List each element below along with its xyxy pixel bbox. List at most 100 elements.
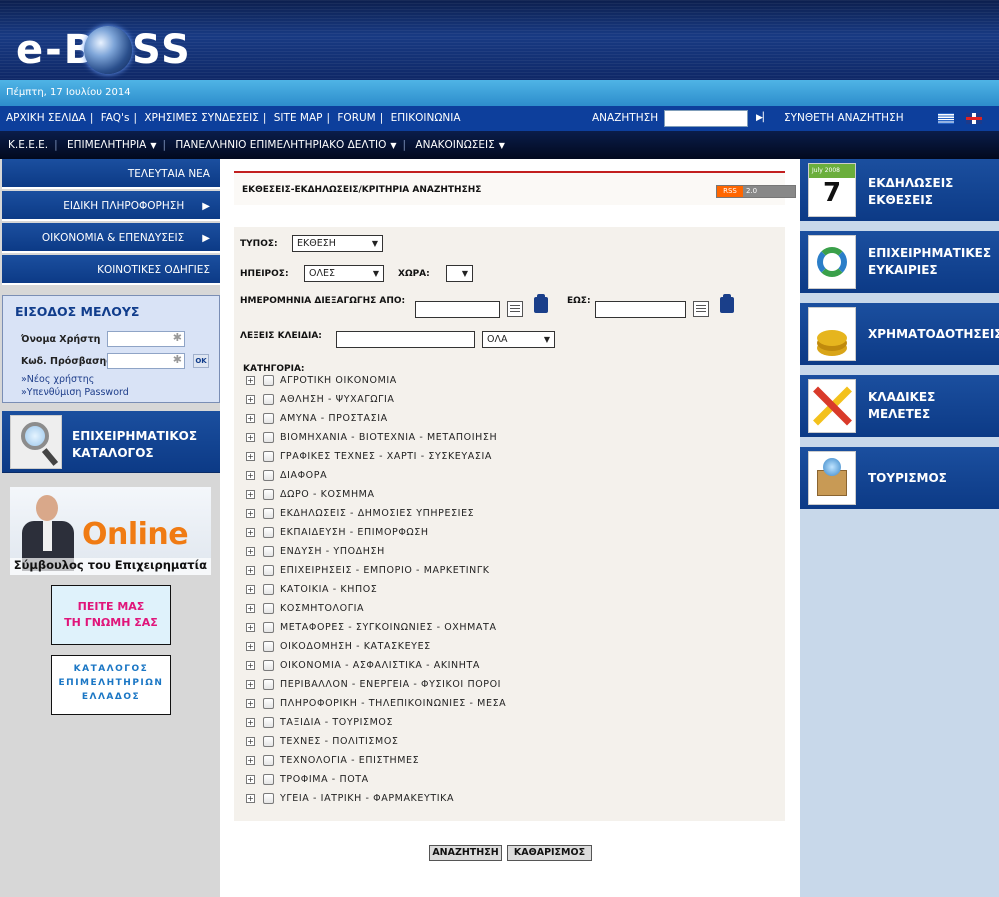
online-consultant-banner[interactable]: Online Σύμβουλος του Επιχειρηματία	[10, 487, 211, 575]
expand-plus-icon[interactable]: +	[246, 661, 255, 670]
calendar-picker-icon[interactable]	[507, 301, 523, 317]
tourism-link[interactable]: ΤΟΥΡΙΣΜΟΣ	[800, 447, 999, 509]
expand-plus-icon[interactable]: +	[246, 604, 255, 613]
expand-plus-icon[interactable]: +	[246, 623, 255, 632]
eboss-logo[interactable]: e-B SS	[16, 24, 226, 76]
expand-plus-icon[interactable]: +	[246, 528, 255, 537]
category-checkbox[interactable]	[263, 527, 274, 538]
expand-plus-icon[interactable]: +	[246, 642, 255, 651]
password-reminder-link[interactable]: »Υπενθύμιση Password	[21, 387, 129, 398]
business-opportunities-link[interactable]: ΕΠΙΧΕΙΡΗΜΑΤΙΚΕΣ ΕΥΚΑΙΡΙΕΣ	[800, 231, 999, 293]
link-forum[interactable]: FORUM	[337, 112, 375, 124]
date-from-label: ΗΜΕΡΟΜΗΝΙΑ ΔΙΕΞΑΓΩΓΗΣ ΑΠΟ:	[240, 296, 406, 306]
expand-plus-icon[interactable]: +	[246, 794, 255, 803]
expand-plus-icon[interactable]: +	[246, 699, 255, 708]
category-checkbox[interactable]	[263, 622, 274, 633]
expand-plus-icon[interactable]: +	[246, 737, 255, 746]
expand-plus-icon[interactable]: +	[246, 775, 255, 784]
login-ok-button[interactable]: OK	[193, 354, 209, 368]
category-checkbox[interactable]	[263, 641, 274, 652]
left-nav-eu-directives[interactable]: ΚΟΙΝΟΤΙΚΕΣ ΟΔΗΓΙΕΣ	[2, 255, 220, 285]
search-button[interactable]: ΑΝΑΖΗΤΗΣΗ	[429, 845, 502, 861]
expand-plus-icon[interactable]: +	[246, 718, 255, 727]
menu-bulletin[interactable]: ΠΑΝΕΛΛΗΝΙΟ ΕΠΙΜΕΛΗΤΗΡΙΑΚΟ ΔΕΛΤΙΟ ▼	[175, 139, 396, 151]
type-select[interactable]: ΕΚΘΕΣΗ ▼	[292, 235, 383, 252]
logo-text-right: SS	[132, 27, 192, 73]
expand-plus-icon[interactable]: +	[246, 376, 255, 385]
expand-plus-icon[interactable]: +	[246, 433, 255, 442]
category-checkbox[interactable]	[263, 736, 274, 747]
category-label: ΠΛΗΡΟΦΟΡΙΚΗ - ΤΗΛΕΠΙΚΟΙΝΩΝΙΕΣ - ΜΕΣΑ	[280, 698, 507, 709]
clear-date-icon[interactable]	[720, 294, 734, 313]
funding-link[interactable]: ΧΡΗΜΑΤΟΔΟΤΗΣΕΙΣ	[800, 303, 999, 365]
expand-plus-icon[interactable]: +	[246, 680, 255, 689]
greek-flag-icon[interactable]	[938, 113, 954, 124]
expand-plus-icon[interactable]: +	[246, 414, 255, 423]
advanced-search-link[interactable]: ΣΥΝΘΕΤΗ ΑΝΑΖΗΤΗΣΗ	[784, 106, 904, 131]
category-checkbox[interactable]	[263, 793, 274, 804]
country-select[interactable]: ▼	[446, 265, 473, 282]
category-checkbox[interactable]	[263, 660, 274, 671]
continent-select[interactable]: ΟΛΕΣ ▼	[304, 265, 384, 282]
clear-button[interactable]: ΚΑΘΑΡΙΣΜΟΣ	[507, 845, 592, 861]
calendar-icon: July 2008 7	[808, 163, 856, 217]
chambers-line3: ΕΛΛΑΔΟΣ	[81, 692, 141, 702]
username-input[interactable]	[107, 331, 185, 347]
category-checkbox[interactable]	[263, 774, 274, 785]
calendar-picker-icon[interactable]	[693, 301, 709, 317]
left-nav-economy[interactable]: ΟΙΚΟΝΟΜΙΑ & ΕΠΕΝΔΥΣΕΙΣ ▶	[2, 223, 220, 253]
new-user-link[interactable]: »Νέος χρήστης	[21, 374, 94, 385]
clear-date-icon[interactable]	[534, 294, 548, 313]
expand-plus-icon[interactable]: +	[246, 452, 255, 461]
link-contact[interactable]: ΕΠΙΚΟΙΝΩΝΙΑ	[391, 112, 461, 124]
category-checkbox[interactable]	[263, 394, 274, 405]
link-home[interactable]: ΑΡΧΙΚΗ ΣΕΛΙΔΑ	[6, 112, 86, 124]
category-checkbox[interactable]	[263, 413, 274, 424]
left-nav-latest-news[interactable]: ΤΕΛΕΥΤΑΙΑ ΝΕΑ	[2, 159, 220, 189]
sector-studies-link[interactable]: ΚΛΑΔΙΚΕΣ ΜΕΛΕΤΕΣ	[800, 375, 999, 437]
category-checkbox[interactable]	[263, 717, 274, 728]
rss-feed-icon[interactable]: RSS 2.0	[716, 185, 796, 198]
link-sitemap[interactable]: SITE MAP	[274, 112, 323, 124]
category-checkbox[interactable]	[263, 603, 274, 614]
category-checkbox[interactable]	[263, 698, 274, 709]
chambers-catalog-link[interactable]: ΚΑΤΑΛΟΓΟΣ ΕΠΙΜΕΛΗΤΗΡΙΩΝ ΕΛΛΑΔΟΣ	[51, 655, 171, 715]
dropdown-arrow-icon: ▼	[498, 141, 505, 150]
expand-plus-icon[interactable]: +	[246, 395, 255, 404]
category-checkbox[interactable]	[263, 375, 274, 386]
link-faq[interactable]: FAQ's	[101, 112, 130, 124]
category-checkbox[interactable]	[263, 679, 274, 690]
date-from-input[interactable]	[415, 301, 500, 318]
category-checkbox[interactable]	[263, 565, 274, 576]
expand-plus-icon[interactable]: +	[246, 566, 255, 575]
keywords-input[interactable]	[336, 331, 475, 348]
left-nav-special-info[interactable]: ΕΙΔΙΚΗ ΠΛΗΡΟΦΟΡΗΣΗ ▶	[2, 191, 220, 221]
category-checkbox[interactable]	[263, 508, 274, 519]
search-go-icon[interactable]: ▶▏	[756, 106, 770, 131]
business-catalog-link[interactable]: ΕΠΙΧΕΙΡΗΜΑΤΙΚΟΣ ΚΑΤΑΛΟΓΟΣ	[2, 411, 220, 473]
date-to-input[interactable]	[595, 301, 686, 318]
expand-plus-icon[interactable]: +	[246, 490, 255, 499]
menu-keee[interactable]: Κ.Ε.Ε.Ε.	[8, 139, 48, 151]
expand-plus-icon[interactable]: +	[246, 585, 255, 594]
keywords-mode-select[interactable]: ΟΛΑ ▼	[482, 331, 555, 348]
category-checkbox[interactable]	[263, 546, 274, 557]
category-checkbox[interactable]	[263, 755, 274, 766]
events-exhibitions-link[interactable]: July 2008 7 ΕΚΔΗΛΩΣΕΙΣ ΕΚΘΕΣΕΙΣ	[800, 159, 999, 221]
expand-plus-icon[interactable]: +	[246, 547, 255, 556]
feedback-box-link[interactable]: ΠΕΙΤΕ ΜΑΣ ΤΗ ΓΝΩΜΗ ΣΑΣ	[51, 585, 171, 645]
menu-chambers[interactable]: ΕΠΙΜΕΛΗΤΗΡΙΑ ▼	[67, 139, 156, 151]
uk-flag-icon[interactable]	[966, 113, 982, 124]
category-checkbox[interactable]	[263, 489, 274, 500]
expand-plus-icon[interactable]: +	[246, 471, 255, 480]
menu-announcements[interactable]: ΑΝΑΚΟΙΝΩΣΕΙΣ ▼	[415, 139, 505, 151]
category-checkbox[interactable]	[263, 451, 274, 462]
search-input[interactable]	[664, 110, 748, 127]
expand-plus-icon[interactable]: +	[246, 509, 255, 518]
link-useful-links[interactable]: ΧΡΗΣΙΜΕΣ ΣΥΝΔΕΣΕΙΣ	[144, 112, 259, 124]
category-checkbox[interactable]	[263, 470, 274, 481]
expand-plus-icon[interactable]: +	[246, 756, 255, 765]
category-checkbox[interactable]	[263, 584, 274, 595]
category-checkbox[interactable]	[263, 432, 274, 443]
password-input[interactable]	[107, 353, 185, 369]
